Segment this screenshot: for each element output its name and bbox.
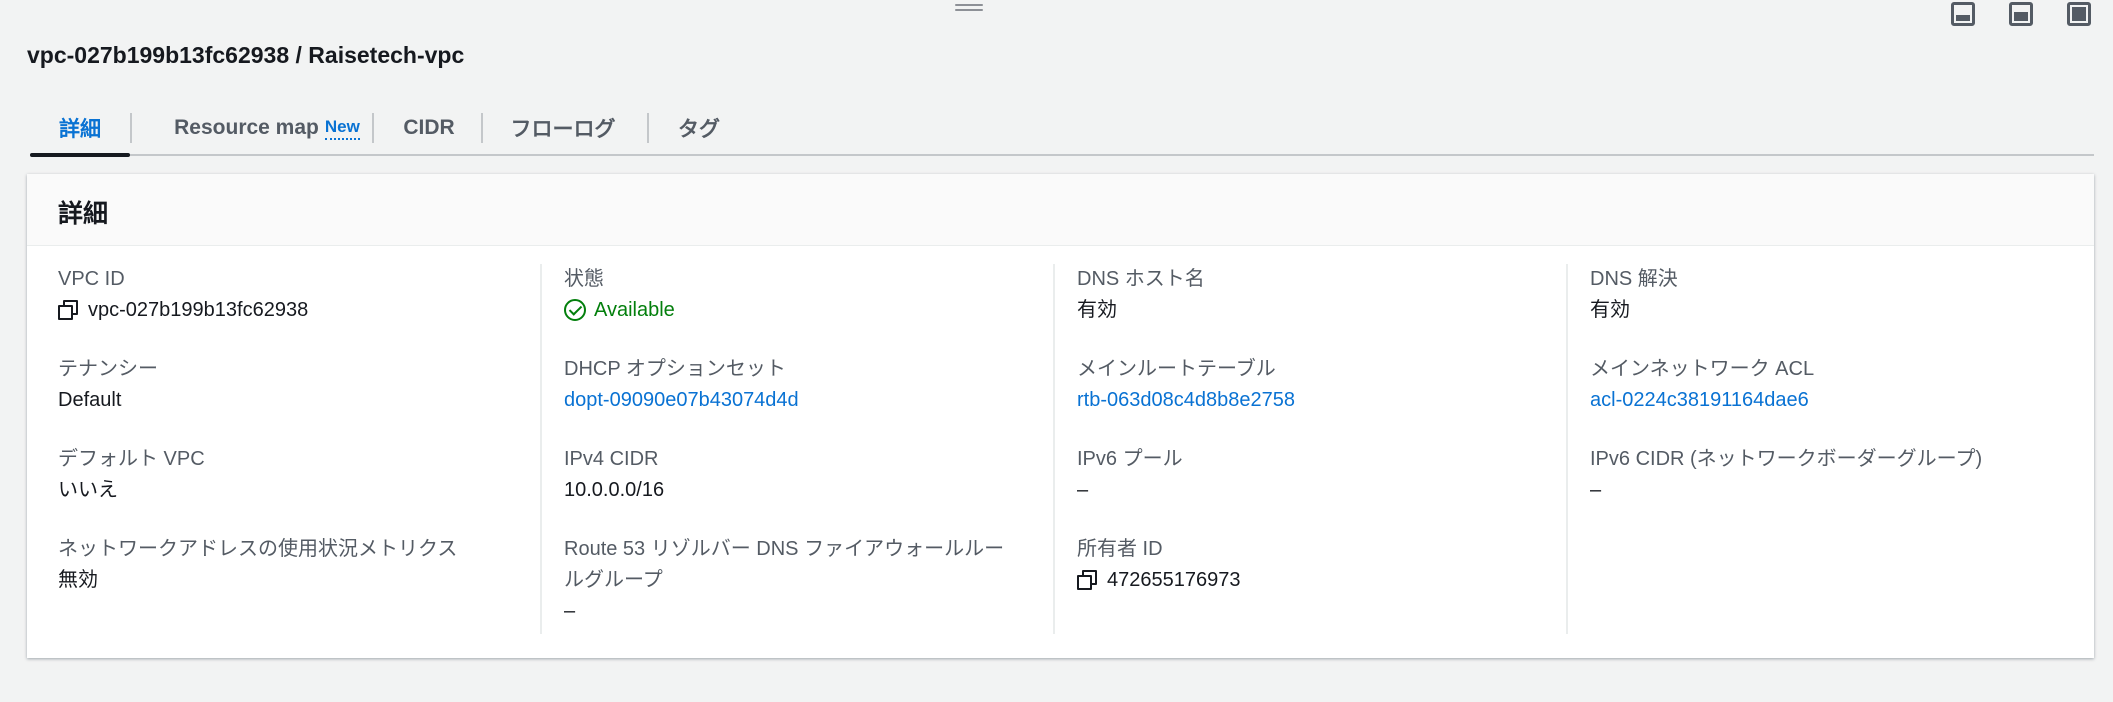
field-value: – [1590,479,1602,501]
field-label: ルグループ [564,569,663,591]
tab-bar: 詳細 Resource map New CIDR フローログ タグ [30,102,2094,157]
panel-layout-controls [1951,2,2091,26]
tab-label: CIDR [403,116,455,139]
details-column-2: 状態 Available DHCP オプションセット dopt-09090e07… [540,264,1054,634]
tab-resource-map[interactable]: Resource map New [132,102,402,154]
field-value: 10.0.0.0/16 [564,479,665,501]
details-column-3: DNS ホスト名 有効 メインルートテーブル rtb-063d08c4d8b8e… [1053,264,1567,634]
field-label: ネットワークアドレスの使用状況メトリクス [58,538,458,560]
field-dns-hostnames: DNS ホスト名 有効 [1077,264,1547,325]
tab-flow-logs[interactable]: フローログ [483,102,643,154]
field-ipv6-pool: IPv6 プール – [1077,444,1547,505]
tab-cidr[interactable]: CIDR [374,102,484,154]
new-badge[interactable]: New [324,117,360,140]
field-state: 状態 Available [564,264,1034,325]
field-value: 472655176973 [1077,565,1547,595]
field-vpc-id: VPC ID vpc-027b199b13fc62938 [58,264,528,325]
details-panel-title: 詳細 [58,200,109,228]
bottom-panel-icon[interactable] [1951,2,1975,26]
field-value: 有効 [1077,299,1117,321]
field-label: DHCP オプションセット [564,358,786,380]
field-network-address-usage-metrics: ネットワークアドレスの使用状況メトリクス 無効 [58,534,528,595]
copy-icon[interactable] [1077,570,1097,590]
main-network-acl-link[interactable]: acl-0224c38191164dae6 [1590,385,2060,415]
details-column-4: DNS 解決 有効 メインネットワーク ACL acl-0224c3819116… [1566,264,2080,634]
field-value: – [1077,479,1089,501]
field-label: テナンシー [58,358,158,380]
details-panel: 詳細 VPC ID vpc-027b199b13fc62938 テナンシー De… [27,174,2094,658]
field-value: Default [58,389,122,411]
field-main-route-table: メインルートテーブル rtb-063d08c4d8b8e2758 [1077,354,1547,415]
field-dhcp-option-set: DHCP オプションセット dopt-09090e07b43074d4d [564,354,1034,415]
tab-label: Resource map [174,116,319,139]
tab-label: フローログ [510,118,616,141]
field-value: 有効 [1590,299,1630,321]
field-label: デフォルト VPC [58,448,205,470]
field-value: 無効 [58,569,98,591]
field-label: 状態 [564,268,604,290]
page-title: vpc-027b199b13fc62938 / Raisetech-vpc [27,42,465,68]
field-value: – [564,600,576,622]
field-value: Available [564,295,1034,325]
field-ipv4-cidr: IPv4 CIDR 10.0.0.0/16 [564,444,1034,505]
status-success-icon [564,299,586,321]
dhcp-option-set-link[interactable]: dopt-09090e07b43074d4d [564,385,1034,415]
field-default-vpc: デフォルト VPC いいえ [58,444,528,505]
details-panel-header [27,174,2094,246]
vpc-id-value: vpc-027b199b13fc62938 [88,299,309,321]
field-label: IPv4 CIDR [564,448,659,470]
field-tenancy: テナンシー Default [58,354,528,415]
field-label: DNS ホスト名 [1077,268,1205,290]
panel-resize-handle[interactable] [955,4,983,14]
field-route53-resolver-dns-firewall-rule-group: Route 53 リゾルバー DNS ファイアウォールルー ルグループ – [564,534,1034,626]
field-label: VPC ID [58,268,125,290]
tab-details[interactable]: 詳細 [30,102,130,157]
field-ipv6-cidr-network-border-group: IPv6 CIDR (ネットワークボーダーグループ) – [1590,444,2060,505]
main-route-table-link[interactable]: rtb-063d08c4d8b8e2758 [1077,385,1547,415]
field-main-network-acl: メインネットワーク ACL acl-0224c38191164dae6 [1590,354,2060,415]
field-label: 所有者 ID [1077,538,1163,560]
field-dns-resolution: DNS 解決 有効 [1590,264,2060,325]
tab-label: タグ [678,118,720,141]
tab-tags[interactable]: タグ [649,102,749,154]
field-value: vpc-027b199b13fc62938 [58,295,528,325]
field-label: IPv6 CIDR (ネットワークボーダーグループ) [1590,448,1983,470]
full-panel-icon[interactable] [2067,2,2091,26]
field-label: Route 53 リゾルバー DNS ファイアウォールルー [564,538,1005,560]
field-label: IPv6 プール [1077,448,1183,470]
field-owner-id: 所有者 ID 472655176973 [1077,534,1547,595]
tab-label: 詳細 [59,118,101,141]
field-label: メインルートテーブル [1077,358,1276,380]
field-label: メインネットワーク ACL [1590,358,1815,380]
field-label: DNS 解決 [1590,268,1678,290]
owner-id-value: 472655176973 [1107,569,1241,591]
side-panel-icon[interactable] [2009,2,2033,26]
field-value: いいえ [58,479,118,501]
status-value: Available [594,299,675,321]
details-column-1: VPC ID vpc-027b199b13fc62938 テナンシー Defau… [27,264,539,634]
copy-icon[interactable] [58,300,78,320]
